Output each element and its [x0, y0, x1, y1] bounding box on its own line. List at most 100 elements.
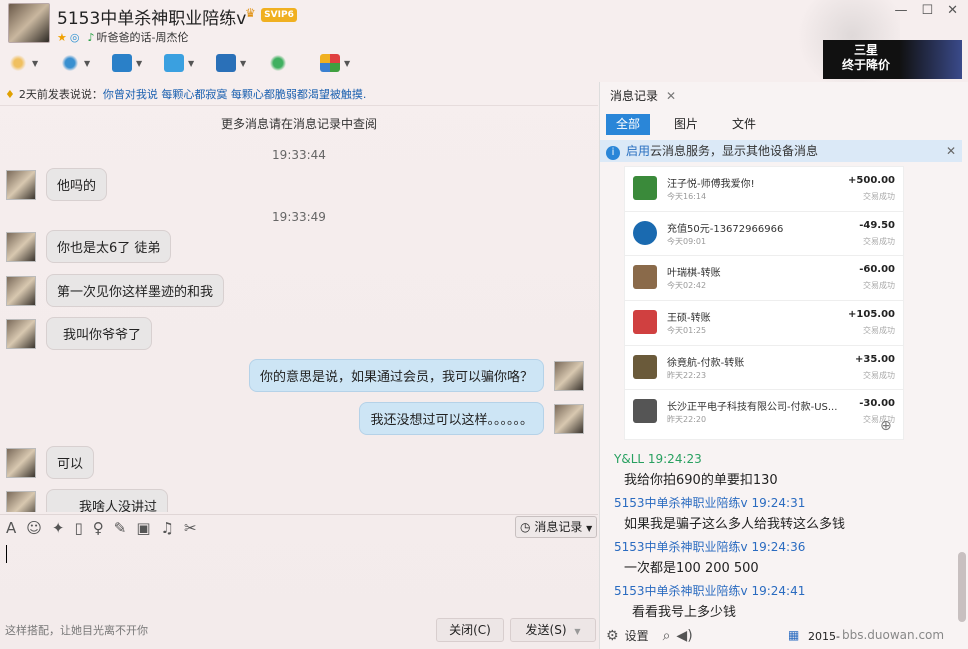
voice-message-icon[interactable]: ♀ [93, 519, 104, 537]
transaction-time: 今天01:25 [667, 326, 707, 336]
message-row: 你也是太6了 徒弟 [6, 230, 172, 263]
chat-area[interactable]: 19:33:44 他吗的 19:33:49 你也是太6了 徒弟 第一次见你这样墨… [0, 140, 598, 512]
bulb-icon: ♦ [5, 88, 15, 101]
transaction-row: 叶瑞棋-转账 今天02:42 -60.00 交易成功 [625, 256, 903, 302]
avatar[interactable] [6, 275, 36, 306]
monitor-icon [216, 54, 236, 72]
contact-name[interactable]: 5153中单杀神职业陪练v [57, 4, 246, 29]
input-hint[interactable]: 这样搭配，让她目光离不开你 [5, 622, 148, 638]
edit-icon[interactable]: ✎ [114, 519, 127, 537]
send-button[interactable]: 发送(S) ▼ [510, 618, 596, 642]
send-file-button[interactable]: ▼ [164, 52, 212, 74]
close-icon[interactable]: ✕ [666, 89, 676, 103]
transaction-name: 长沙正平电子科技有限公司-付款-US... [667, 402, 838, 414]
announcement-bar: ♦ 2天前发表说说：你曾对我说 每颗心都寂寞 每颗心都脆弱都渴望被触摸. [0, 84, 598, 106]
cloud-notice: i 启用云消息服务，显示其他设备消息 ✕ [600, 140, 962, 162]
history-text[interactable]: 我给你拍690的单要扣130 [614, 470, 954, 492]
message-row: 他吗的 [6, 168, 108, 201]
transaction-status: 交易成功 [863, 192, 895, 201]
ad-line1: 三星 [853, 43, 878, 57]
close-icon[interactable]: ✕ [946, 140, 956, 162]
image-icon[interactable]: ▣ [136, 519, 150, 537]
avatar[interactable] [6, 447, 36, 478]
tab-all[interactable]: 全部 [606, 114, 651, 135]
gear-icon[interactable]: ⚙ [606, 628, 619, 644]
avatar[interactable] [6, 318, 36, 349]
avatar[interactable] [6, 169, 36, 200]
tab-label: 消息记录 [610, 89, 659, 103]
sender-line: 5153中单杀神职业陪练v 19:24:31 [614, 496, 806, 510]
transaction-status: 交易成功 [863, 281, 895, 291]
signature-text[interactable]: 听爸爸的话-周杰伦 [97, 31, 189, 44]
close-button[interactable]: 关闭(C) [436, 618, 504, 642]
vip-badge[interactable]: SVIP6 [261, 8, 297, 22]
star-icon: ★ [57, 31, 67, 44]
chevron-down-icon: ▼ [586, 524, 593, 533]
message-bubble[interactable]: 我还没想过可以这样。。。。。。 [359, 402, 544, 435]
maximize-icon[interactable]: ☐ [921, 3, 933, 18]
remote-assist-button[interactable]: ▼ [112, 52, 160, 74]
crown-icon: ♛ [245, 6, 256, 20]
calendar-icon[interactable]: ▦ [788, 628, 799, 642]
message-bubble[interactable]: 可以 [46, 446, 95, 479]
history-text[interactable]: 如果我是骗子这么多人给我转这么多钱 [614, 514, 954, 536]
avatar[interactable] [554, 360, 584, 391]
chat-window: 5153中单杀神职业陪练v ♛ SVIP6 ★ ◎ ♪ 听爸爸的话-周杰伦 ▼ ▼ ▼… [0, 0, 968, 649]
transaction-row: 长沙正平电子科技有限公司-付款-US... 昨天22:20 -30.00 交易成… [625, 390, 903, 435]
message-bubble[interactable]: 我啥人没讲过 [46, 489, 169, 512]
transaction-screenshot[interactable]: 汪子悦-师傅我爱你! 今天16:14 +500.00 交易成功 充值50元-13… [624, 166, 904, 440]
tab-files[interactable]: 文件 [722, 114, 766, 135]
avatar[interactable] [6, 231, 36, 262]
font-icon[interactable]: A [6, 519, 16, 537]
share-screen-button[interactable]: ▼ [216, 52, 264, 74]
history-text[interactable]: 一次都是100 200 500 [614, 558, 954, 580]
text-cursor [6, 545, 7, 563]
message-row: 你的意思是说，如果通过会员，我可以骗你咯？ [248, 359, 584, 392]
announcement-link[interactable]: 你曾对我说 每颗心都寂寞 每颗心都脆弱都渴望被触摸. [103, 88, 367, 101]
qzone-icon[interactable]: ◎ [70, 31, 80, 44]
sender-line: 5153中单杀神职业陪练v 19:24:41 [614, 584, 806, 598]
screenshot-icon[interactable]: ✂ [184, 519, 197, 537]
scrollbar[interactable] [958, 552, 966, 622]
message-history-button[interactable]: ◷ 消息记录 ▼ [515, 516, 597, 538]
close-icon[interactable]: ✕ [947, 3, 958, 18]
timestamp: 19:33:44 [272, 148, 326, 162]
transaction-icon [633, 354, 657, 379]
zoom-in-icon[interactable]: ⊕ [880, 418, 892, 434]
tab-message-history[interactable]: 消息记录 ✕ [610, 87, 676, 104]
history-text[interactable]: 看看我号上多少钱 [614, 602, 954, 624]
vibrate-icon[interactable]: ▯ [74, 519, 82, 537]
date-label[interactable]: 2015- [808, 630, 840, 643]
message-bubble[interactable]: 第一次见你这样墨迹的和我 [46, 274, 225, 307]
message-bubble[interactable]: 你也是太6了 徒弟 [46, 230, 172, 263]
music-note-icon[interactable]: ♫ [161, 519, 174, 537]
emoji-icon[interactable]: ☺ [26, 519, 42, 537]
transaction-status: 交易成功 [863, 326, 895, 336]
transaction-name: 王硕-转账 [667, 313, 711, 325]
music-icon: ♪ [87, 31, 95, 44]
group-chat-button[interactable] [268, 52, 316, 74]
contact-avatar[interactable] [8, 3, 50, 43]
transaction-time: 昨天22:23 [667, 370, 707, 380]
message-bubble[interactable]: 我叫你爷爷了 [46, 317, 153, 350]
speaker-icon[interactable]: ◀) [676, 628, 692, 644]
transaction-amount: +500.00 [848, 175, 895, 186]
voice-call-button[interactable]: ▼ [8, 52, 56, 74]
avatar[interactable] [6, 490, 36, 512]
video-call-button[interactable]: ▼ [60, 52, 108, 74]
screen-chart-icon [112, 54, 132, 72]
ad-banner[interactable]: 三星 终于降价 [823, 40, 962, 79]
apps-button[interactable]: ▼ [320, 52, 368, 74]
settings-label[interactable]: 设置 [625, 627, 649, 644]
message-bubble[interactable]: 你的意思是说，如果通过会员，我可以骗你咯？ [248, 359, 544, 392]
chevron-down-icon[interactable]: ▼ [574, 627, 580, 636]
search-icon[interactable]: ⌕ [663, 628, 671, 644]
avatar[interactable] [554, 403, 584, 434]
transaction-amount: -30.00 [859, 398, 895, 410]
timestamp: 19:33:49 [272, 210, 326, 224]
magic-icon[interactable]: ✦ [52, 519, 65, 537]
tab-images[interactable]: 图片 [664, 114, 708, 135]
enable-link[interactable]: 启用 [626, 144, 650, 158]
message-bubble[interactable]: 他吗的 [46, 168, 108, 201]
message-row: 我叫你爷爷了 [6, 317, 153, 350]
